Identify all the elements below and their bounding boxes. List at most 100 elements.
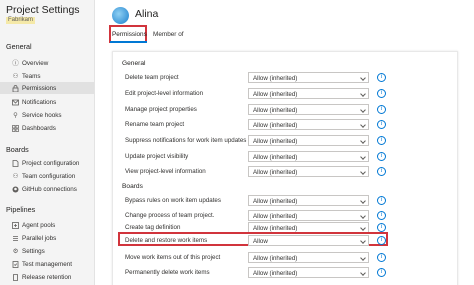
tab-selected-underline — [110, 41, 147, 43]
sidebar: Project Settings Fabrikam General ⓘ Over… — [0, 0, 95, 285]
info-icon[interactable]: i — [377, 196, 386, 205]
sidebar-item-label: Team configuration — [22, 172, 76, 180]
info-icon[interactable]: i — [377, 89, 386, 98]
sidebar-item-teams[interactable]: ⚇ Teams — [0, 70, 94, 82]
permission-row: Suppress notifications for work item upd… — [113, 135, 457, 147]
sidebar-item-permissions[interactable]: Permissions — [0, 82, 94, 94]
project-name-badge: Fabrikam — [6, 17, 36, 24]
permission-dropdown[interactable]: Allow (inherited) — [248, 119, 369, 130]
sidebar-item-github-connections[interactable]: GitHub connections — [0, 183, 94, 195]
permission-row: Move work items out of this project Allo… — [113, 252, 457, 264]
permission-label: Create tag definition — [125, 224, 181, 231]
chevron-down-icon — [360, 91, 366, 97]
sidebar-item-dashboards[interactable]: Dashboards — [0, 122, 94, 134]
github-icon — [12, 186, 19, 193]
info-icon[interactable]: i — [377, 211, 386, 220]
permission-row: Permanently delete work items Allow (inh… — [113, 267, 457, 279]
sidebar-item-label: Notifications — [22, 98, 57, 106]
dropdown-value: Allow (inherited) — [253, 197, 298, 205]
sidebar-item-settings[interactable]: ⚙ Settings — [0, 245, 94, 257]
dashboard-icon — [12, 124, 19, 132]
permission-dropdown[interactable]: Allow (inherited) — [248, 210, 369, 221]
info-icon[interactable]: i — [377, 152, 386, 161]
permission-row: Delete team project Allow (inherited) i — [113, 72, 457, 84]
info-icon[interactable]: i — [377, 120, 386, 129]
permission-dropdown[interactable]: Allow (inherited) — [248, 267, 369, 278]
permission-dropdown[interactable]: Allow (inherited) — [248, 151, 369, 162]
sidebar-item-label: GitHub connections — [22, 185, 77, 193]
hook-icon: ⚲ — [13, 110, 18, 119]
info-icon[interactable]: i — [377, 236, 386, 245]
document-icon — [12, 159, 19, 167]
phone-icon — [12, 273, 19, 281]
sidebar-item-release-retention[interactable]: Release retention — [0, 271, 94, 283]
sidebar-item-parallel-jobs[interactable]: Parallel jobs — [0, 232, 94, 244]
permission-dropdown[interactable]: Allow (inherited) — [248, 135, 369, 146]
sidebar-section-general: General — [6, 42, 32, 51]
permission-label: Rename team project — [125, 121, 185, 128]
section-title-boards: Boards — [122, 183, 143, 190]
chevron-down-icon — [360, 107, 366, 113]
sidebar-item-team-configuration[interactable]: ⚇ Team configuration — [0, 170, 94, 182]
permission-label: Update project visibility — [125, 153, 189, 160]
sidebar-item-service-hooks[interactable]: ⚲ Service hooks — [0, 109, 94, 121]
chevron-down-icon — [360, 213, 366, 219]
chevron-down-icon — [360, 122, 366, 128]
tab-permissions[interactable]: Permissions — [112, 31, 147, 38]
permission-row: Manage project properties Allow (inherit… — [113, 104, 457, 116]
info-icon[interactable]: i — [377, 268, 386, 277]
info-icon[interactable]: i — [377, 167, 386, 176]
info-icon[interactable]: i — [377, 105, 386, 114]
permission-dropdown[interactable]: Allow (inherited) — [248, 104, 369, 115]
sidebar-item-label: Parallel jobs — [22, 234, 57, 242]
dropdown-value: Allow (inherited) — [253, 168, 298, 176]
sidebar-item-label: Permissions — [22, 84, 57, 92]
permission-label: Suppress notifications for work item upd… — [125, 137, 247, 144]
dropdown-value: Allow (inherited) — [253, 269, 298, 277]
permission-dropdown[interactable]: Allow — [248, 235, 369, 246]
permission-dropdown[interactable]: Allow (inherited) — [248, 72, 369, 83]
sidebar-section-pipelines: Pipelines — [6, 205, 36, 214]
sidebar-item-project-configuration[interactable]: Project configuration — [0, 157, 94, 169]
permission-label: Move work items out of this project — [125, 254, 221, 261]
sidebar-item-notifications[interactable]: Notifications — [0, 96, 94, 108]
info-icon[interactable]: i — [377, 223, 386, 232]
tab-member-of[interactable]: Member of — [153, 31, 184, 38]
chevron-down-icon — [360, 75, 366, 81]
sidebar-item-label: Agent pools — [22, 221, 56, 229]
chevron-down-icon — [360, 138, 366, 144]
sidebar-item-test-management[interactable]: Test management — [0, 258, 94, 270]
sidebar-item-agent-pools[interactable]: Agent pools — [0, 219, 94, 231]
people-settings-icon: ⚇ — [12, 171, 19, 180]
permission-dropdown[interactable]: Allow (inherited) — [248, 166, 369, 177]
info-icon[interactable]: i — [377, 253, 386, 262]
dropdown-value: Allow (inherited) — [253, 121, 298, 129]
permission-label: Delete and restore work items — [125, 237, 208, 244]
permission-label: Manage project properties — [125, 106, 197, 113]
agent-pool-icon — [12, 221, 19, 229]
sidebar-item-label: Settings — [22, 247, 45, 255]
permission-dropdown[interactable]: Allow (inherited) — [248, 195, 369, 206]
dropdown-value: Allow (inherited) — [253, 153, 298, 161]
dropdown-value: Allow (inherited) — [253, 254, 298, 262]
test-icon — [12, 260, 19, 268]
section-title-general: General — [122, 60, 146, 67]
info-icon[interactable]: i — [377, 136, 386, 145]
info-icon[interactable]: i — [377, 73, 386, 82]
dropdown-value: Allow (inherited) — [253, 212, 298, 220]
main-content: Alina Permissions Member of General Dele… — [96, 0, 474, 285]
permission-label: Delete team project — [125, 74, 179, 81]
permissions-panel: General Delete team project Allow (inher… — [112, 51, 458, 285]
permission-dropdown[interactable]: Allow (inherited) — [248, 252, 369, 263]
dropdown-value: Allow (inherited) — [253, 224, 298, 232]
chevron-down-icon — [360, 198, 366, 204]
people-icon: ⚇ — [12, 71, 19, 80]
sidebar-item-label: Release retention — [22, 273, 72, 281]
permission-row: Change process of team project. Allow (i… — [113, 210, 457, 222]
bell-icon — [12, 99, 19, 106]
permission-label: Bypass rules on work item updates — [125, 197, 221, 204]
user-name: Alina — [135, 8, 159, 20]
sidebar-item-overview[interactable]: ⓘ Overview — [0, 57, 94, 69]
permission-row: Update project visibility Allow (inherit… — [113, 151, 457, 163]
permission-dropdown[interactable]: Allow (inherited) — [248, 88, 369, 99]
